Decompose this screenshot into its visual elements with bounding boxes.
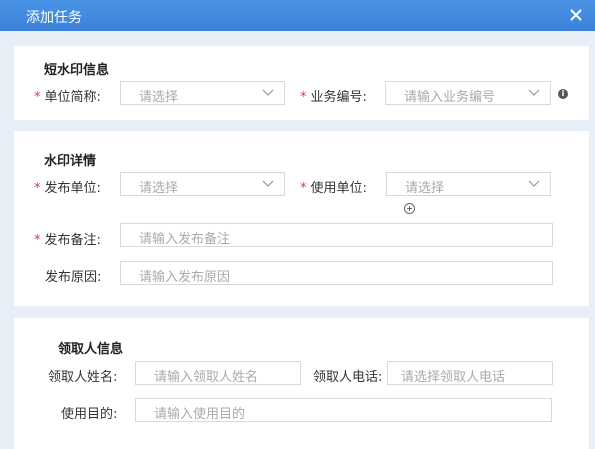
dialog-title: 添加任务 [26,10,82,26]
receiver-name-input[interactable]: 请输入领取人姓名 [135,361,301,385]
purpose-input[interactable]: 请输入使用目的 [135,398,552,422]
plus-circle-icon[interactable] [404,203,415,214]
chevron-down-icon [528,180,540,187]
close-icon[interactable] [567,6,585,24]
use-unit-label: * 使用单位: [300,181,367,196]
purpose-label: 使用目的: [61,407,118,422]
info-icon[interactable]: i [558,89,568,99]
required-mark: * [34,181,41,196]
section-title: 短水印信息 [44,63,110,78]
publish-unit-label: * 发布单位: [34,181,101,196]
receiver-phone-label: 领取人电话: [313,370,383,385]
section-title: 领取人信息 [58,342,124,357]
chevron-down-icon [262,89,274,96]
dialog-title-bar: 添加任务 [0,0,595,31]
chevron-down-icon [528,89,540,96]
publish-reason-input[interactable]: 请输入发布原因 [120,261,553,285]
watermark-info-section: 短水印信息 * 单位简称: 请选择 * 业务编号: 请输入业务编号 i [14,46,589,120]
publish-note-label: * 发布备注: [34,233,101,248]
publish-reason-label: 发布原因: [45,270,102,285]
watermark-detail-section: 水印详情 * 发布单位: 请选择 * 使用单位: 请选择 * 发布备注: 请输入发布备… [14,131,589,306]
unit-abbr-label: * 单位简称: [34,90,101,105]
receiver-info-section: 领取人信息 领取人姓名: 请输入领取人姓名 领取人电话: 请选择领取人电话 使用… [14,318,589,449]
required-mark: * [300,181,307,196]
section-title: 水印详情 [44,154,97,169]
unit-abbr-select[interactable]: 请选择 [120,81,285,105]
publish-unit-select[interactable]: 请选择 [120,172,285,196]
required-mark: * [34,233,41,248]
chevron-down-icon [262,180,274,187]
required-mark: * [300,90,307,105]
use-unit-select[interactable]: 请选择 [386,172,551,196]
receiver-name-label: 领取人姓名: [48,370,118,385]
business-no-label: * 业务编号: [300,90,367,105]
publish-note-input[interactable]: 请输入发布备注 [120,223,553,247]
receiver-phone-input[interactable]: 请选择领取人电话 [387,361,553,385]
required-mark: * [34,90,41,105]
business-no-select[interactable]: 请输入业务编号 [385,81,551,105]
